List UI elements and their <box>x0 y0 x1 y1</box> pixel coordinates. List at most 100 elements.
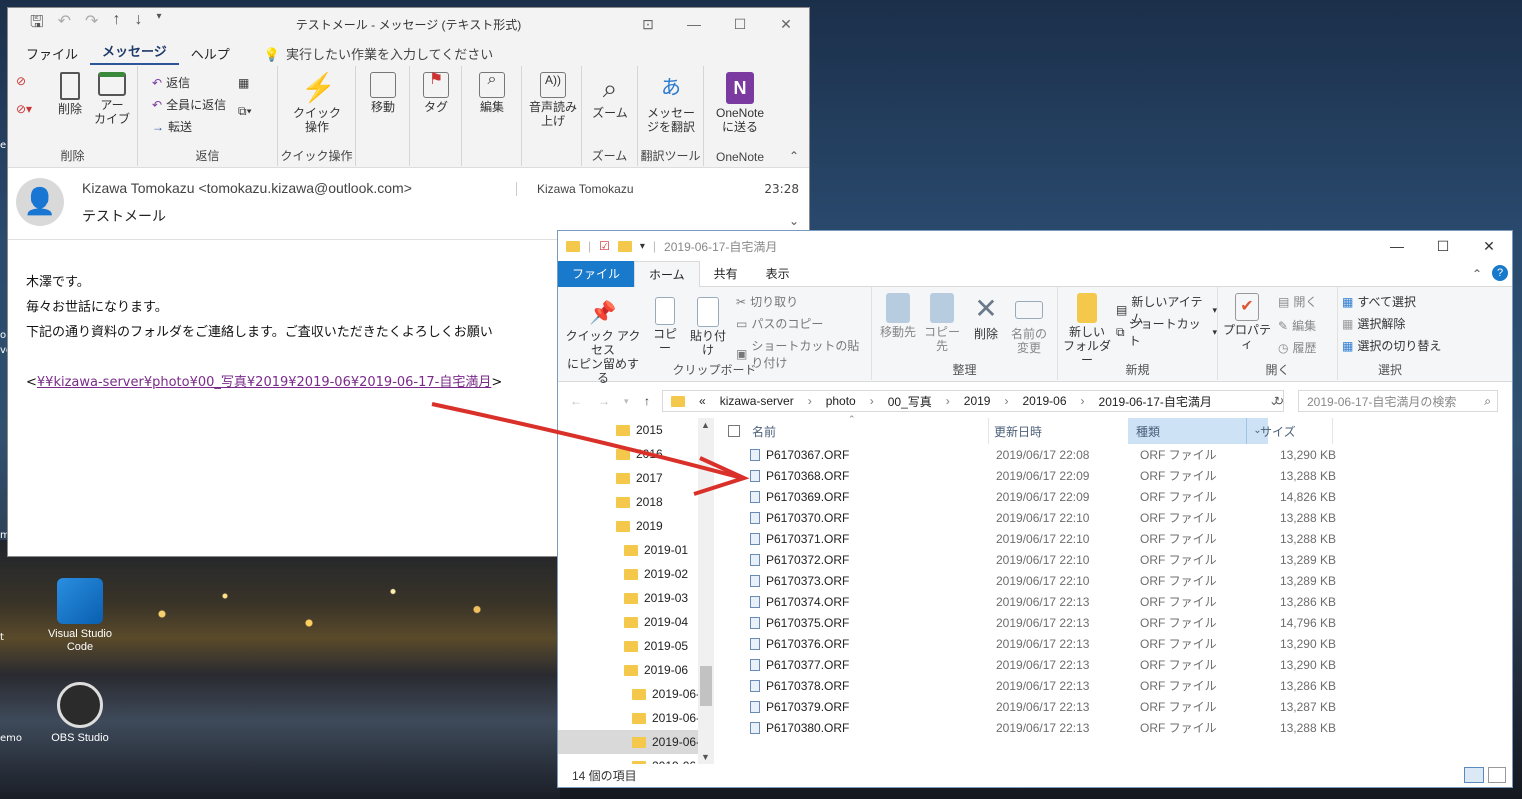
properties-qat-icon[interactable]: ☑ <box>599 239 610 253</box>
down-arrow-icon[interactable]: ↓ <box>134 11 142 38</box>
new-folder-button[interactable]: 新しい フォルダー <box>1062 293 1112 367</box>
nav-folder-item[interactable]: 2019-01 <box>558 538 714 562</box>
tags-button[interactable]: ⚑ タグ <box>418 72 454 114</box>
translate-button[interactable]: あメッセー ジを翻訳 <box>642 72 700 134</box>
file-row[interactable]: P6170370.ORF 2019/06/17 22:10 ORF ファイル 13,2… <box>718 507 1512 528</box>
save-icon[interactable]: 🖫 <box>30 11 44 38</box>
refresh-icon[interactable]: ↻ <box>1274 394 1284 408</box>
file-row[interactable]: P6170376.ORF 2019/06/17 22:13 ORF ファイル 13,2… <box>718 633 1512 654</box>
ribbon-display-icon[interactable]: ⊡ <box>625 8 671 40</box>
file-row[interactable]: P6170380.ORF 2019/06/17 22:13 ORF ファイル 13,2… <box>718 717 1512 738</box>
select-all-button[interactable]: ▦ すべて選択 <box>1342 293 1416 310</box>
archive-button[interactable]: アー カイブ <box>94 72 130 126</box>
column-type[interactable]: 種類 <box>1136 423 1160 440</box>
details-view-icon[interactable] <box>1464 767 1484 783</box>
tab-file[interactable]: ファイル <box>558 260 635 287</box>
scroll-down-icon[interactable]: ▼ <box>701 752 710 762</box>
nav-folder-item[interactable]: 2019-06- <box>558 706 714 730</box>
tell-me-input[interactable]: 💡 実行したい作業を入力してください <box>252 44 505 63</box>
close-button[interactable]: ✕ <box>763 8 809 40</box>
maximize-button[interactable]: ☐ <box>1420 231 1466 261</box>
column-size[interactable]: サイズ <box>1260 423 1296 440</box>
desktop-icon-obs[interactable]: OBS Studio <box>40 682 120 745</box>
file-row[interactable]: P6170374.ORF 2019/06/17 22:13 ORF ファイル 13,2… <box>718 591 1512 612</box>
file-row[interactable]: P6170372.ORF 2019/06/17 22:10 ORF ファイル 13,2… <box>718 549 1512 570</box>
column-date[interactable]: 更新日時 <box>994 423 1042 440</box>
undo-icon[interactable]: ↶ <box>58 11 71 38</box>
breadcrumb-item[interactable]: kizawa-server <box>720 394 794 408</box>
navigation-scrollbar[interactable]: ▲ ▼ <box>698 418 714 764</box>
up-icon[interactable]: ↑ <box>644 394 650 408</box>
search-input[interactable]: 2019-06-17-自宅満月の検索 ⌕ <box>1298 390 1498 412</box>
column-name[interactable]: 名前 <box>752 423 776 440</box>
select-all-checkbox[interactable] <box>728 425 740 437</box>
delete-button[interactable]: ✕ 削除 <box>968 293 1004 341</box>
desktop-icon-vscode[interactable]: Visual Studio Code <box>40 578 120 654</box>
address-bar[interactable]: « kizawa-server › photo › 00_写真 › 2019 › 201… <box>662 390 1284 412</box>
copy-to-button[interactable]: コピー先 <box>920 293 964 353</box>
nav-folder-item[interactable]: 2019-06 <box>558 658 714 682</box>
copy-button[interactable]: コピー <box>648 297 682 355</box>
tab-home[interactable]: ホーム <box>634 260 700 287</box>
rename-button[interactable]: 名前の 変更 <box>1006 293 1052 355</box>
file-row[interactable]: P6170367.ORF 2019/06/17 22:08 ORF ファイル 13,2… <box>718 444 1512 465</box>
nav-folder-item[interactable]: 2019-04 <box>558 610 714 634</box>
reply-all-button[interactable]: ↶ 全員に返信 <box>152 96 226 113</box>
easy-access-button[interactable]: ⧉ ショートカット ▾ <box>1116 315 1217 349</box>
sender[interactable]: Kizawa Tomokazu <tomokazu.kizawa@outlook… <box>82 180 412 196</box>
forward-button[interactable]: → 転送 <box>152 118 192 135</box>
close-button[interactable]: ✕ <box>1466 231 1512 261</box>
send-to-onenote-button[interactable]: N OneNote に送る <box>708 72 772 134</box>
select-none-button[interactable]: ▦ 選択解除 <box>1342 315 1405 332</box>
file-row[interactable]: P6170375.ORF 2019/06/17 22:13 ORF ファイル 14,7… <box>718 612 1512 633</box>
nav-folder-item[interactable]: 2019-06- <box>558 730 714 754</box>
nav-folder-item[interactable]: 2015 <box>558 418 714 442</box>
tab-help[interactable]: ヘルプ <box>179 44 242 63</box>
junk-button[interactable]: ⊘▾ <box>16 102 32 116</box>
nav-folder-item[interactable]: 2019-02 <box>558 562 714 586</box>
nav-folder-item[interactable]: 2019-05 <box>558 634 714 658</box>
collapse-ribbon-icon[interactable]: ⌃ <box>789 149 799 163</box>
move-to-button[interactable]: 移動先 <box>876 293 920 339</box>
minimize-button[interactable]: — <box>1374 231 1420 261</box>
file-row[interactable]: P6170377.ORF 2019/06/17 22:13 ORF ファイル 13,2… <box>718 654 1512 675</box>
tab-message[interactable]: メッセージ <box>90 41 179 65</box>
delete-button[interactable]: 削除 <box>52 72 88 116</box>
breadcrumb-item[interactable]: 2019-06 <box>1022 394 1066 408</box>
meeting-button[interactable]: ▦ <box>238 76 249 90</box>
quick-steps-button[interactable]: ⚡ クイック 操作 <box>288 72 346 134</box>
breadcrumb-item[interactable]: 2019-06-17-自宅満月 <box>1099 393 1212 410</box>
cut-button[interactable]: ✂ 切り取り <box>736 293 798 310</box>
more-reply-button[interactable]: ⧉▾ <box>238 104 252 119</box>
file-row[interactable]: P6170373.ORF 2019/06/17 22:10 ORF ファイル 13,2… <box>718 570 1512 591</box>
file-row[interactable]: P6170369.ORF 2019/06/17 22:09 ORF ファイル 14,8… <box>718 486 1512 507</box>
customize-qat-icon[interactable]: ▾ <box>156 11 161 38</box>
nav-folder-item[interactable]: 2018 <box>558 490 714 514</box>
file-row[interactable]: P6170371.ORF 2019/06/17 22:10 ORF ファイル 13,2… <box>718 528 1512 549</box>
copy-path-button[interactable]: ▭ パスのコピー <box>736 315 823 332</box>
help-icon[interactable]: ? <box>1492 265 1508 281</box>
large-icons-view-icon[interactable] <box>1488 767 1506 783</box>
read-aloud-button[interactable]: A)) 音声読み 上げ <box>526 72 580 128</box>
minimize-button[interactable]: — <box>671 8 717 40</box>
editing-button[interactable]: ⌕ 編集 <box>472 72 512 114</box>
up-arrow-icon[interactable]: ↑ <box>112 11 120 38</box>
maximize-button[interactable]: ☐ <box>717 8 763 40</box>
recipient[interactable]: Kizawa Tomokazu <box>516 182 634 196</box>
nav-folder-item[interactable]: 2019-03 <box>558 586 714 610</box>
back-icon[interactable]: ← <box>570 394 582 408</box>
invert-selection-button[interactable]: ▦ 選択の切り替え <box>1342 337 1441 354</box>
open-button[interactable]: ▤ 開く <box>1278 293 1317 310</box>
breadcrumb-item[interactable]: photo <box>826 394 856 408</box>
new-folder-qat-icon[interactable] <box>617 240 632 252</box>
breadcrumb-item[interactable]: 00_写真 <box>888 393 932 410</box>
ignore-button[interactable]: ⊘ <box>16 74 26 88</box>
breadcrumb-item[interactable]: 2019 <box>964 394 991 408</box>
zoom-button[interactable]: ⌕ ズーム <box>588 72 632 120</box>
properties-button[interactable]: ✔ プロパティ <box>1222 293 1272 351</box>
tab-view[interactable]: 表示 <box>752 261 804 287</box>
move-button[interactable]: 移動 <box>364 72 402 114</box>
tab-file[interactable]: ファイル <box>14 44 90 63</box>
history-button[interactable]: ◷ 履歴 <box>1278 339 1317 356</box>
file-row[interactable]: P6170379.ORF 2019/06/17 22:13 ORF ファイル 13,2… <box>718 696 1512 717</box>
